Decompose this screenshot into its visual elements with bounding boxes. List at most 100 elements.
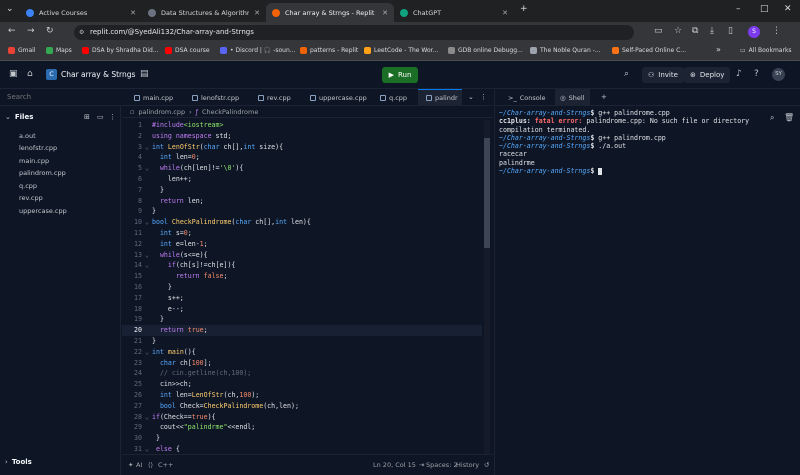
tab-shell[interactable]: ◎ Shell	[555, 89, 590, 106]
help-icon[interactable]: ?	[754, 69, 759, 79]
bookmark-self-paced[interactable]: Self-Paced Online C...	[612, 47, 686, 54]
url-input[interactable]: ⚙ replit.com/@SyedAli132/Char-array-and-…	[74, 25, 634, 40]
repl-info-icon[interactable]: ▤	[140, 69, 149, 79]
ai-toggle[interactable]: AI	[136, 461, 142, 469]
bookmark-maps[interactable]: Maps	[46, 47, 72, 54]
code-line: 28 ⌄ if(Check==true){	[134, 412, 216, 421]
browser-tab-active-courses[interactable]: Active Courses ✕	[20, 3, 142, 22]
code-line: 21 }	[134, 337, 156, 345]
bookmark-gmail[interactable]: Gmail	[8, 47, 36, 54]
sidebar-toggle-icon[interactable]: ▣	[9, 69, 18, 79]
breadcrumb-function[interactable]: CheckPalindrome	[202, 108, 258, 116]
browser-tab-replit[interactable]: Char array & Strngs - Replit ✕	[266, 3, 394, 22]
back-icon[interactable]: ←	[8, 26, 16, 36]
history-button[interactable]: History	[456, 461, 479, 469]
file-item[interactable]: palindrom.cpp	[19, 169, 66, 177]
code-line: 27 bool Check=CheckPalindrome(ch,len);	[134, 401, 299, 410]
play-icon: ▶	[388, 71, 394, 79]
new-tab-button[interactable]: +	[520, 4, 528, 14]
editor-tab[interactable]: uppercase.cpp	[302, 89, 367, 106]
file-item[interactable]: rev.cpp	[19, 194, 43, 202]
home-icon[interactable]: ⌂	[27, 69, 33, 79]
more-options-icon[interactable]: ⋮	[109, 113, 116, 121]
globe-icon	[530, 47, 537, 54]
editor-tab[interactable]: q.cpp	[372, 89, 407, 106]
trash-icon[interactable]: 🗑	[784, 113, 794, 122]
cast-icon[interactable]: ▭	[654, 26, 663, 36]
bookmark-quran[interactable]: The Noble Quran -...	[530, 47, 601, 54]
add-tab-icon[interactable]: +	[601, 93, 607, 101]
deploy-button[interactable]: ⊛ Deploy	[684, 67, 731, 83]
close-tab-icon[interactable]: ✕	[502, 9, 508, 17]
notifications-bell-icon[interactable]: ♪	[736, 69, 742, 79]
maximize-button[interactable]: □	[760, 4, 769, 14]
download-icon[interactable]: ⤓	[710, 26, 714, 36]
new-folder-icon[interactable]: ▭	[97, 113, 104, 121]
menu-icon[interactable]: ⋮	[772, 26, 781, 36]
all-bookmarks[interactable]: ▭ All Bookmarks	[740, 47, 792, 54]
bookmark-leetcode[interactable]: LeetCode - The Wor...	[364, 47, 438, 54]
file-item[interactable]: lenofstr.cpp	[19, 144, 57, 152]
user-avatar[interactable]: SY	[772, 68, 785, 81]
browser-tab-dsa[interactable]: Data Structures & Algorithms i... ✕	[142, 3, 266, 22]
editor-tab[interactable]: lenofstr.cpp	[184, 89, 239, 106]
editor-tab-active[interactable]: palindr	[418, 89, 462, 106]
invite-button[interactable]: ⚇ Invite	[642, 67, 684, 83]
extensions-icon[interactable]: ⧉	[692, 26, 698, 36]
file-item[interactable]: q.cpp	[19, 182, 37, 190]
shell-output[interactable]: ~/Char-array-and-Strngs$ g++ palindrome.…	[499, 109, 769, 175]
language-label[interactable]: C++	[158, 461, 173, 469]
cursor-position[interactable]: Ln 20, Col 15	[373, 461, 416, 469]
code-line: 16 }	[134, 283, 172, 291]
code-area[interactable]: 1 #include<iostream> 2 using namespace s…	[122, 120, 493, 454]
bookmark-patterns[interactable]: patterns - Replit	[300, 47, 358, 54]
profile-avatar[interactable]: S	[748, 26, 760, 38]
code-icon: ⟨⟩	[148, 461, 154, 469]
close-tab-icon[interactable]: ✕	[130, 9, 136, 17]
bookmark-star-icon[interactable]: ☆	[674, 26, 682, 36]
tab-console[interactable]: >_ Console	[503, 89, 551, 106]
bookmark-dsa-shradha[interactable]: DSA by Shradha Did...	[82, 47, 159, 54]
spark-icon: ✦	[128, 461, 134, 469]
code-line: 24 // cin.getline(ch,100);	[134, 369, 252, 378]
more-options-icon[interactable]: ⋮	[480, 93, 487, 101]
bookmark-gdb[interactable]: GDB online Debugg...	[448, 47, 523, 54]
file-icon	[426, 95, 432, 101]
replit-icon	[272, 8, 280, 17]
indent-setting[interactable]: Spaces: 2	[426, 461, 458, 469]
shell-line: racecar	[499, 150, 527, 159]
editor-tab[interactable]: main.cpp	[126, 89, 173, 106]
code-line: 17 s++;	[134, 293, 184, 302]
file-item[interactable]: a.out	[19, 132, 36, 140]
file-item[interactable]: uppercase.cpp	[19, 207, 67, 215]
chevron-down-icon[interactable]: ⌄	[468, 93, 474, 101]
bookmarks-overflow[interactable]: »	[716, 45, 721, 54]
repl-name[interactable]: Char array & Strngs	[61, 70, 135, 79]
new-file-icon[interactable]: ⊞	[84, 113, 90, 121]
bookmark-discord[interactable]: • Discord | 🎧 -soun...	[220, 47, 296, 54]
scrollbar-thumb[interactable]	[484, 138, 490, 248]
search-input[interactable]	[0, 89, 121, 106]
chevron-down-icon[interactable]: ⌄	[5, 113, 11, 121]
minimize-button[interactable]: –	[736, 4, 741, 14]
code-line: 19 }	[134, 315, 164, 324]
close-tab-icon[interactable]: ✕	[254, 9, 260, 17]
editor-tab[interactable]: rev.cpp	[250, 89, 291, 106]
forward-icon[interactable]: →	[27, 26, 35, 36]
editor-scrollbar[interactable]	[484, 120, 490, 454]
run-button[interactable]: ▶ Run	[382, 67, 418, 83]
close-window-button[interactable]: ✕	[784, 4, 792, 14]
file-item[interactable]: main.cpp	[19, 157, 49, 165]
search-icon[interactable]: ⌕	[624, 69, 629, 79]
close-tab-icon[interactable]: ✕	[382, 9, 388, 17]
indent-icon: ⇥	[419, 461, 425, 469]
sidepanel-icon[interactable]: ▯	[728, 26, 733, 36]
bookmark-dsa-course[interactable]: DSA course	[165, 47, 210, 54]
site-info-icon[interactable]: ⚙	[79, 25, 84, 40]
breadcrumb-file[interactable]: palindrom.cpp	[138, 108, 185, 116]
browser-tab-chatgpt[interactable]: ChatGPT ✕	[394, 3, 514, 22]
tab-search-icon[interactable]: ⌄	[6, 4, 14, 14]
reload-icon[interactable]: ↻	[46, 26, 54, 36]
search-icon[interactable]: ⌕	[770, 113, 774, 123]
tools-section[interactable]: › Tools	[5, 458, 32, 466]
